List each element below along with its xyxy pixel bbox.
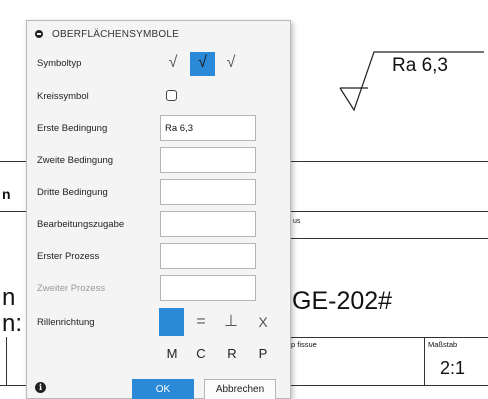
lay-crossed-icon[interactable]: X [255, 311, 271, 333]
lay-radial-button[interactable]: R [225, 346, 239, 361]
issue-label: p fissue [291, 340, 317, 349]
machining-allowance-row: Bearbeitungszugabe [27, 211, 290, 237]
symbol-type-basic-icon[interactable]: √ [162, 52, 184, 74]
first-condition-row: Erste Bedingung Ra 6,3 [27, 115, 290, 141]
lay-direction-row: Rillenrichtung = ⊥ X M C R P [27, 308, 290, 366]
third-condition-label: Dritte Bedingung [37, 187, 108, 198]
first-condition-input[interactable]: Ra 6,3 [160, 115, 256, 141]
circle-symbol-row: Kreissymbol [27, 82, 290, 108]
title-block-line [290, 337, 488, 338]
lay-multidirectional-button[interactable]: M [165, 346, 179, 361]
first-process-input[interactable] [160, 243, 256, 269]
lay-parallel-icon[interactable]: = [193, 311, 209, 333]
second-process-label: Zweiter Prozess [37, 283, 106, 294]
left-fragment: n [2, 186, 11, 202]
ok-button[interactable]: OK [132, 379, 194, 399]
left-fragment: n [2, 284, 16, 311]
roughness-symbol-text: Ra 6,3 [392, 55, 448, 76]
machining-allowance-label: Bearbeitungszugabe [37, 219, 125, 230]
circle-symbol-label: Kreissymbol [37, 91, 89, 102]
first-process-label: Erster Prozess [37, 251, 100, 262]
drawing-number: GE-202# [292, 287, 393, 315]
circle-symbol-checkbox[interactable] [166, 90, 177, 101]
third-condition-row: Dritte Bedingung [27, 179, 290, 205]
second-condition-input[interactable] [160, 147, 256, 173]
lay-direction-label: Rillenrichtung [37, 317, 95, 328]
symbol-type-row: Symboltyp √ √ √ [27, 50, 290, 76]
second-process-input[interactable] [160, 275, 256, 301]
dialog-titlebar[interactable]: OBERFLÄCHENSYMBOLE [27, 21, 290, 47]
third-condition-input[interactable] [160, 179, 256, 205]
title-block-line [424, 337, 425, 385]
scale-value: 2:1 [440, 358, 466, 378]
second-process-row: Zweiter Prozess [27, 275, 290, 301]
first-process-row: Erster Prozess [27, 243, 290, 269]
lay-circular-button[interactable]: C [194, 346, 208, 361]
second-condition-label: Zweite Bedingung [37, 155, 114, 166]
first-condition-label: Erste Bedingung [37, 123, 108, 134]
lay-selected-icon[interactable] [159, 308, 184, 336]
collapse-icon[interactable] [35, 30, 43, 38]
symbol-type-machined-icon[interactable]: √ [190, 52, 215, 76]
surface-symbol-dialog: OBERFLÄCHENSYMBOLE Symboltyp √ √ √ Kreis… [26, 20, 291, 399]
left-fragment: n: [2, 310, 23, 337]
us-fragment: us [293, 218, 301, 225]
symbol-type-label: Symboltyp [37, 58, 82, 69]
machining-allowance-input[interactable] [160, 211, 256, 237]
info-icon[interactable]: i [35, 382, 46, 393]
symbol-type-no-removal-icon[interactable]: √ [220, 52, 242, 74]
scale-label: Maßstab [428, 340, 458, 349]
lay-particulate-button[interactable]: P [256, 346, 270, 361]
cancel-button[interactable]: Abbrechen [204, 379, 276, 399]
second-condition-row: Zweite Bedingung [27, 147, 290, 173]
title-block-line [290, 238, 488, 239]
title-block-line [6, 337, 7, 385]
lay-perpendicular-icon[interactable]: ⊥ [223, 311, 239, 333]
dialog-title: OBERFLÄCHENSYMBOLE [52, 28, 179, 40]
